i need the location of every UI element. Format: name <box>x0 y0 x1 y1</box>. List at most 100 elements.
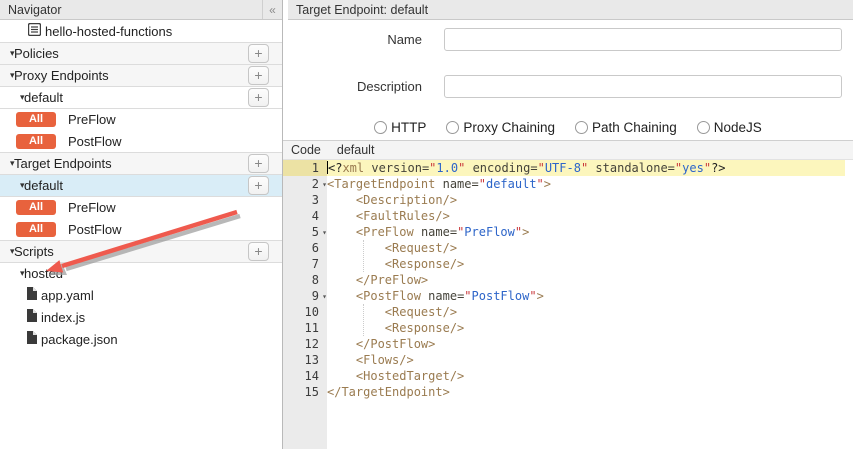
code-line[interactable]: 11 <Response/> <box>283 320 845 336</box>
disclosure-triangle-icon[interactable]: ▾ <box>0 70 10 81</box>
tree-item-hosted[interactable]: ▾ hosted <box>0 262 282 284</box>
disclosure-triangle-icon[interactable]: ▾ <box>0 246 10 257</box>
tree-item-app-yaml[interactable]: app.yaml <box>0 284 282 306</box>
code-editor[interactable]: 1<?xml version="1.0" encoding="UTF-8" st… <box>283 160 845 449</box>
code-text: <Response/> <box>327 320 845 336</box>
line-number[interactable]: 15 <box>283 384 327 400</box>
code-line[interactable]: 1<?xml version="1.0" encoding="UTF-8" st… <box>283 160 845 176</box>
line-number[interactable]: 2▾ <box>283 176 327 192</box>
panel-title: Target Endpoint: default <box>288 0 853 20</box>
tree-item-postflow[interactable]: All PostFlow <box>0 130 282 152</box>
add-button[interactable]: + <box>248 242 269 261</box>
tree-item-index-js[interactable]: index.js <box>0 306 282 328</box>
protocol-radio-proxy-chaining[interactable]: Proxy Chaining <box>446 120 555 135</box>
code-line[interactable]: 8 </PreFlow> <box>283 272 845 288</box>
code-line[interactable]: 3 <Description/> <box>283 192 845 208</box>
line-number[interactable]: 5▾ <box>283 224 327 240</box>
code-line[interactable]: 6 <Request/> <box>283 240 845 256</box>
fold-triangle-icon[interactable]: ▾ <box>319 177 327 193</box>
tree-item-policies[interactable]: ▾ Policies + <box>0 42 282 64</box>
line-number[interactable]: 14 <box>283 368 327 384</box>
radio-label: Proxy Chaining <box>463 120 555 135</box>
line-number[interactable]: 12 <box>283 336 327 352</box>
add-button[interactable]: + <box>248 44 269 63</box>
radio-circle-icon[interactable] <box>374 121 387 134</box>
proxy-bundle-icon <box>28 23 41 39</box>
tree-item-proxy-endpoints[interactable]: ▾Proxy Endpoints+ <box>0 64 282 86</box>
tree-item-label: hosted <box>24 266 63 281</box>
add-button[interactable]: + <box>248 88 269 107</box>
line-number[interactable]: 11 <box>283 320 327 336</box>
code-text: <PostFlow name="PostFlow"> <box>327 288 845 304</box>
line-number[interactable]: 6 <box>283 240 327 256</box>
code-file-label: default <box>337 143 375 157</box>
tree-item-hello-hosted-functions[interactable]: hello-hosted-functions <box>0 20 282 42</box>
file-icon <box>26 331 37 347</box>
tree-item-default[interactable]: ▾ default + <box>0 174 282 196</box>
add-button[interactable]: + <box>248 154 269 173</box>
fold-triangle-icon[interactable]: ▾ <box>319 225 327 241</box>
tree-item-label: PostFlow <box>68 134 121 149</box>
collapse-panel-button[interactable]: « <box>262 0 282 19</box>
code-line[interactable]: 14 <HostedTarget/> <box>283 368 845 384</box>
all-conditions-badge: All <box>16 112 56 127</box>
code-line[interactable]: 4 <FaultRules/> <box>283 208 845 224</box>
disclosure-triangle-icon[interactable]: ▾ <box>0 180 20 191</box>
code-text: <Request/> <box>327 304 845 320</box>
line-number[interactable]: 8 <box>283 272 327 288</box>
code-line[interactable]: 12 </PostFlow> <box>283 336 845 352</box>
protocol-radio-nodejs[interactable]: NodeJS <box>697 120 762 135</box>
disclosure-triangle-icon[interactable]: ▾ <box>0 268 20 279</box>
tree-item-label: Scripts <box>14 244 54 259</box>
tree-item-label: default <box>24 178 63 193</box>
code-line[interactable]: 7 <Response/> <box>283 256 845 272</box>
code-text: <Response/> <box>327 256 845 272</box>
code-text: <FaultRules/> <box>327 208 845 224</box>
all-conditions-badge: All <box>16 134 56 149</box>
radio-circle-icon[interactable] <box>446 121 459 134</box>
add-button[interactable]: + <box>248 66 269 85</box>
code-text: <Description/> <box>327 192 845 208</box>
code-line[interactable]: 10 <Request/> <box>283 304 845 320</box>
name-input[interactable] <box>444 28 842 51</box>
tree-item-scripts[interactable]: ▾ Scripts + <box>0 240 282 262</box>
description-input[interactable] <box>444 75 842 98</box>
add-button[interactable]: + <box>248 176 269 195</box>
line-number[interactable]: 9▾ <box>283 288 327 304</box>
line-number[interactable]: 7 <box>283 256 327 272</box>
tree-item-label: PostFlow <box>68 222 121 237</box>
disclosure-triangle-icon[interactable]: ▾ <box>0 92 20 103</box>
code-line[interactable]: 9▾ <PostFlow name="PostFlow"> <box>283 288 845 304</box>
radio-label: HTTP <box>391 120 426 135</box>
protocol-radio-http[interactable]: HTTP <box>374 120 426 135</box>
navigator-header: Navigator « <box>0 0 282 20</box>
fold-triangle-icon[interactable]: ▾ <box>319 289 327 305</box>
name-label: Name <box>283 32 422 47</box>
tree-item-preflow[interactable]: AllPreFlow <box>0 196 282 218</box>
tree-item-package-json[interactable]: package.json <box>0 328 282 350</box>
tree-item-default[interactable]: ▾ default + <box>0 86 282 108</box>
line-number[interactable]: 13 <box>283 352 327 368</box>
code-line[interactable]: 5▾ <PreFlow name="PreFlow"> <box>283 224 845 240</box>
tree-item-label: Policies <box>14 46 59 61</box>
line-number[interactable]: 3 <box>283 192 327 208</box>
code-text: </PreFlow> <box>327 272 845 288</box>
tree-item-preflow[interactable]: AllPreFlow <box>0 108 282 130</box>
line-number[interactable]: 10 <box>283 304 327 320</box>
disclosure-triangle-icon[interactable]: ▾ <box>0 158 10 169</box>
code-line[interactable]: 13 <Flows/> <box>283 352 845 368</box>
tree-item-label: default <box>24 90 63 105</box>
tree-item-postflow[interactable]: AllPostFlow <box>0 218 282 240</box>
line-number[interactable]: 4 <box>283 208 327 224</box>
tree-item-target-endpoints[interactable]: ▾Target Endpoints+ <box>0 152 282 174</box>
code-text: <Request/> <box>327 240 845 256</box>
code-line[interactable]: 15</TargetEndpoint> <box>283 384 845 400</box>
line-number[interactable]: 1 <box>283 160 327 176</box>
tree-item-label: index.js <box>41 310 85 325</box>
endpoint-form: Name Description HTTPProxy ChainingPath … <box>283 20 853 140</box>
code-line[interactable]: 2▾<TargetEndpoint name="default"> <box>283 176 845 192</box>
protocol-radio-path-chaining[interactable]: Path Chaining <box>575 120 677 135</box>
radio-circle-icon[interactable] <box>575 121 588 134</box>
radio-circle-icon[interactable] <box>697 121 710 134</box>
disclosure-triangle-icon[interactable]: ▾ <box>0 48 10 59</box>
